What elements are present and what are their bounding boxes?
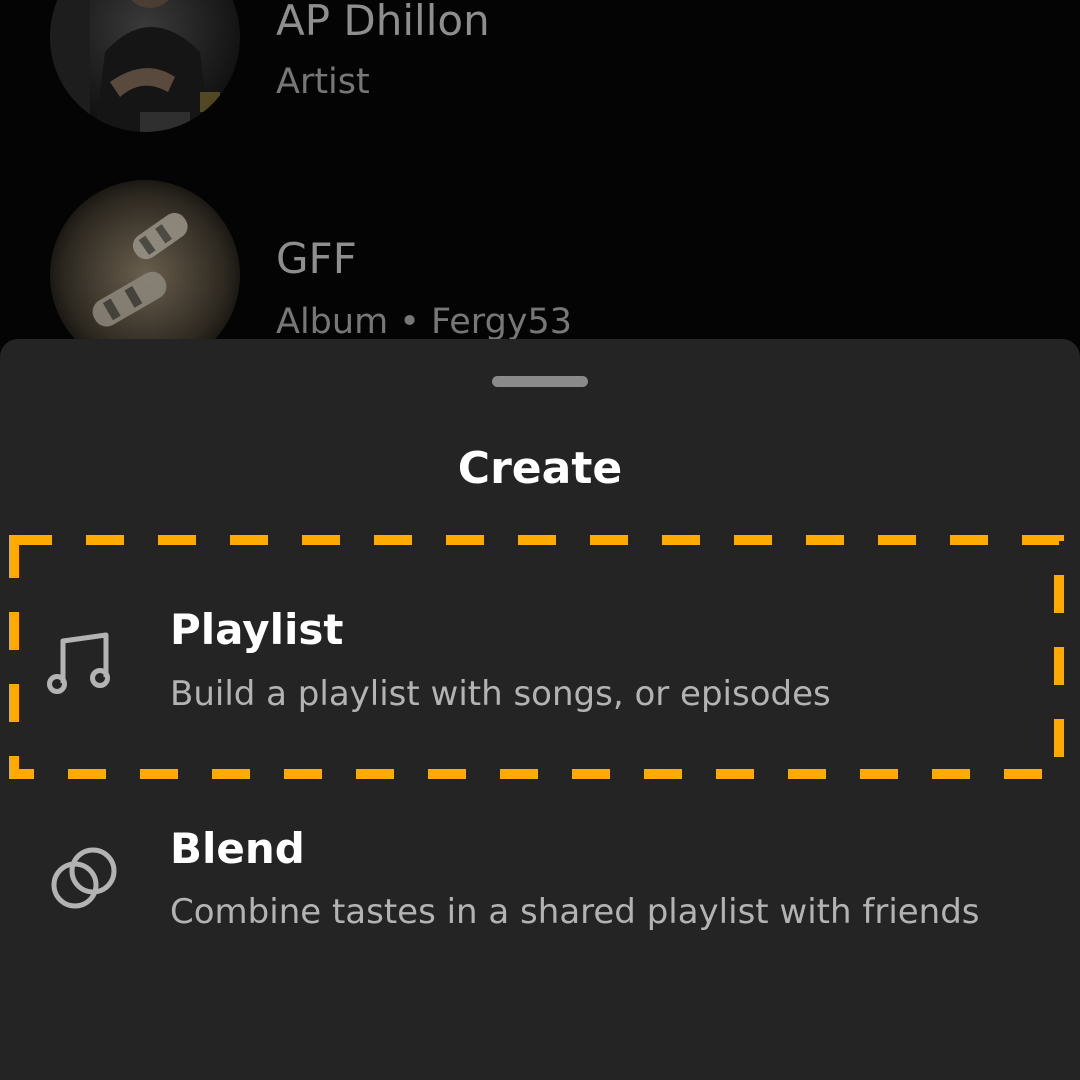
artist-avatar — [50, 0, 240, 132]
library-item-subtitle: Artist — [276, 62, 370, 102]
option-title: Playlist — [170, 605, 344, 654]
library-item-title: GFF — [276, 234, 357, 283]
sheet-title: Create — [457, 443, 623, 494]
create-playlist-option[interactable]: Playlist Build a playlist with songs, or… — [0, 549, 1080, 749]
blend-icon — [46, 841, 122, 917]
library-item-album[interactable]: GFF Album • Fergy53 — [0, 160, 1080, 370]
option-description: Combine tastes in a shared playlist with… — [170, 892, 980, 932]
screen: AP Dhillon Artist GFF Album • Fergy53 Cr… — [0, 0, 1080, 1080]
library-item-title: AP Dhillon — [276, 0, 490, 45]
library-item-artist[interactable]: AP Dhillon Artist — [0, 0, 1080, 132]
sheet-drag-handle[interactable] — [492, 376, 588, 387]
music-note-icon — [46, 627, 122, 703]
library-item-subtitle: Album • Fergy53 — [276, 302, 573, 342]
create-blend-option[interactable]: Blend Combine tastes in a shared playlis… — [0, 769, 1080, 969]
create-bottom-sheet: Create Playlist Build a playlist with so… — [0, 339, 1080, 1080]
option-description: Build a playlist with songs, or episodes — [170, 674, 831, 714]
option-title: Blend — [170, 824, 305, 873]
